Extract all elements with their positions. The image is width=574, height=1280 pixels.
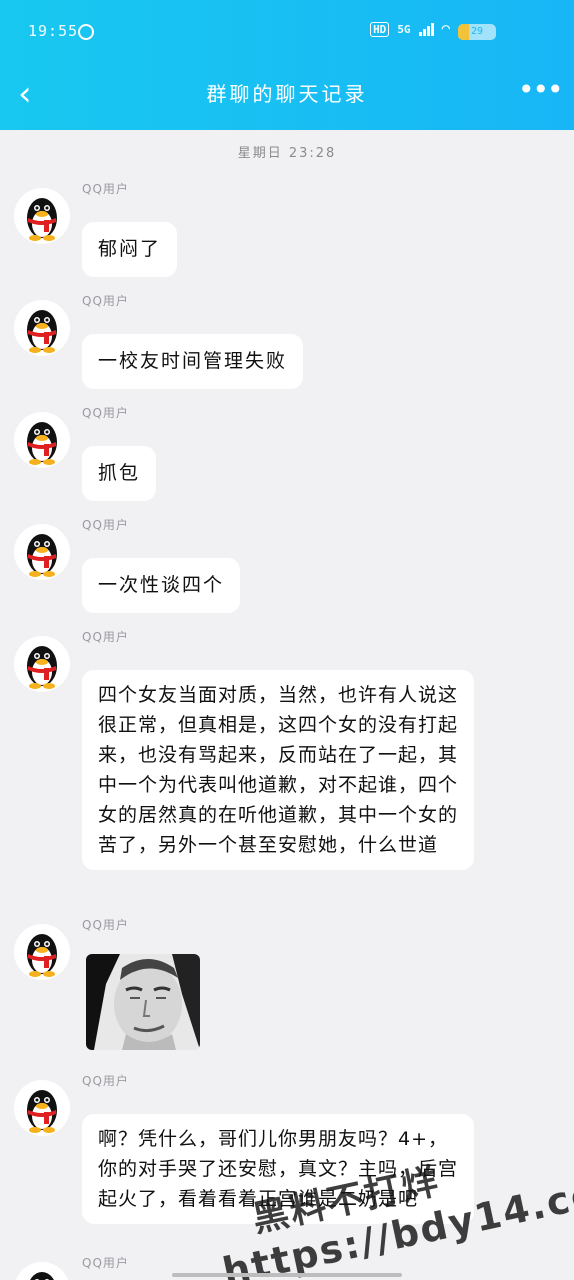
status-bar: 19:55 HD 5G ◠ 29	[0, 18, 574, 46]
sender-name: QQ用户	[82, 918, 129, 932]
home-indicator[interactable]	[172, 1273, 402, 1277]
network-label: 5G	[397, 22, 411, 36]
header-bar: 19:55 HD 5G ◠ 29 ‹ 群聊的聊天记录 •••	[0, 0, 574, 130]
message-bubble[interactable]: 一校友时间管理失败	[82, 334, 304, 389]
sender-name: QQ用户	[82, 294, 129, 308]
page-title: 群聊的聊天记录	[206, 82, 368, 106]
battery-icon: 29	[458, 24, 496, 40]
message-bubble[interactable]: 抓包	[82, 446, 157, 501]
penguin-avatar-icon[interactable]	[14, 412, 70, 468]
penguin-avatar-icon[interactable]	[14, 300, 70, 356]
sender-name: QQ用户	[82, 518, 129, 532]
more-dots-icon[interactable]: •••	[518, 76, 564, 108]
penguin-avatar-icon[interactable]	[14, 188, 70, 244]
sender-name: QQ用户	[82, 1074, 129, 1088]
message-bubble[interactable]: 四个女友当面对质，当然，也许有人说这很正常，但真相是，这四个女的没有打起来，也没…	[82, 670, 474, 870]
penguin-avatar-icon[interactable]	[14, 924, 70, 980]
status-icons: HD 5G ◠	[370, 21, 450, 37]
message-bubble[interactable]: 郁闷了	[82, 222, 178, 277]
sender-name: QQ用户	[82, 182, 129, 196]
battery-level: 29	[470, 26, 484, 37]
penguin-avatar-icon[interactable]	[14, 524, 70, 580]
sender-name: QQ用户	[82, 1256, 129, 1270]
sender-name: QQ用户	[82, 406, 129, 420]
hd-badge: HD	[370, 21, 390, 37]
penguin-avatar-icon[interactable]	[14, 636, 70, 692]
sticker-image[interactable]	[86, 954, 200, 1050]
penguin-avatar-icon[interactable]	[14, 1080, 70, 1136]
status-time: 19:55	[28, 22, 79, 40]
app-notification-icon	[78, 24, 94, 40]
sender-name: QQ用户	[82, 630, 129, 644]
chat-timestamp: 星期日 23:28	[237, 146, 337, 161]
wifi-icon: ◠	[441, 21, 450, 37]
signal-icon	[418, 22, 434, 36]
message-bubble[interactable]: 一次性谈四个	[82, 558, 241, 613]
penguin-avatar-icon[interactable]	[14, 1262, 70, 1280]
